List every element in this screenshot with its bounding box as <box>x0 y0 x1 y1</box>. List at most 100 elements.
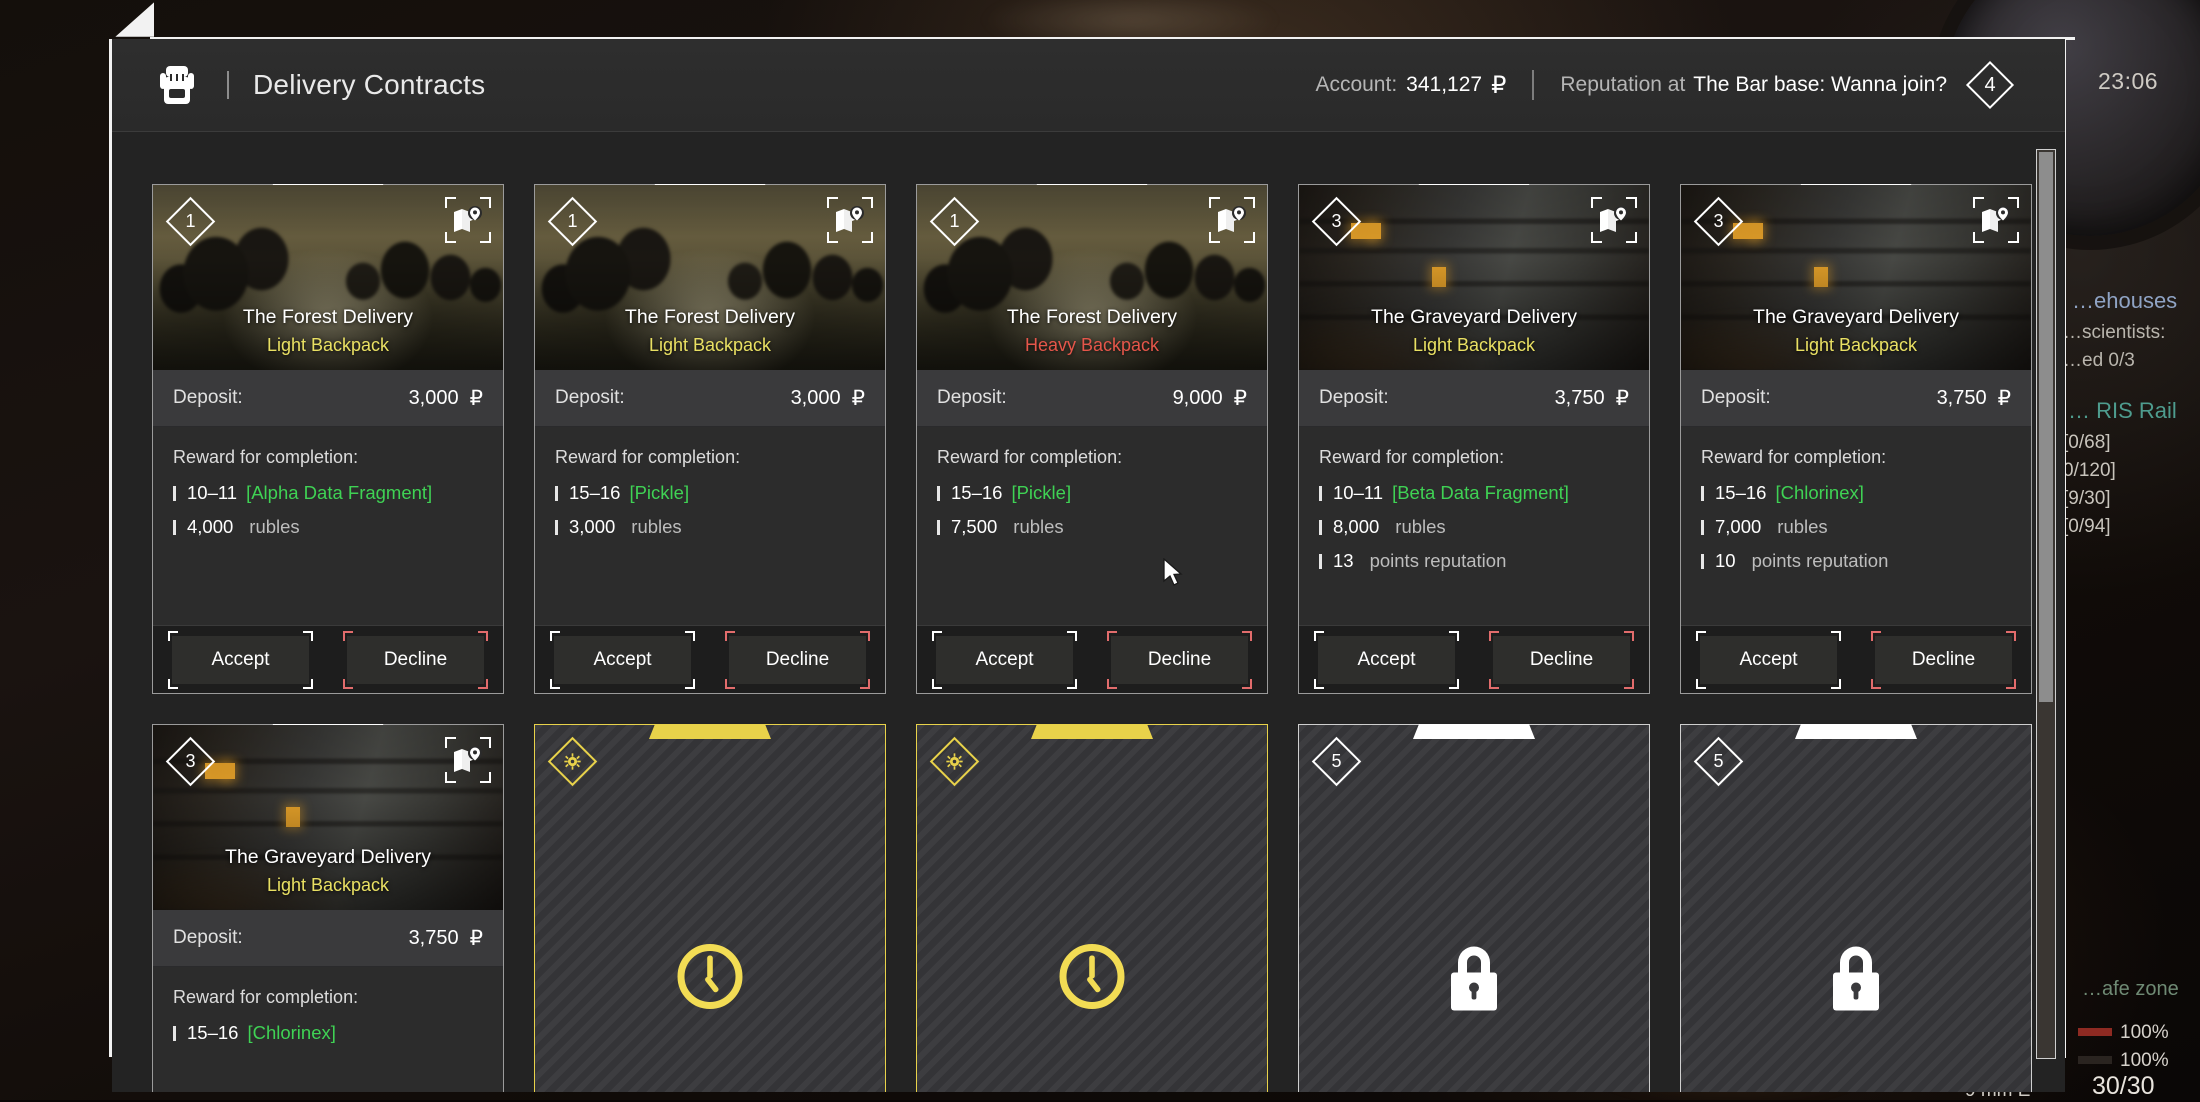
reward-quantity: 7,500 <box>951 516 997 538</box>
deposit-value: 3,750 <box>409 927 459 950</box>
card-title: The Forest Delivery <box>153 306 503 329</box>
reward-item-name: [Pickle] <box>1011 482 1071 504</box>
bracket-corner-icon <box>168 679 178 689</box>
reward-quantity: 15–16 <box>951 482 1002 504</box>
card-backpack-type: Light Backpack <box>535 335 885 356</box>
card-rank-value: 3 <box>1313 198 1360 245</box>
reward-bullet-icon <box>1701 554 1704 569</box>
deposit-label: Deposit: <box>173 927 243 949</box>
ruble-symbol-icon: ₽ <box>1491 71 1506 100</box>
card-title: The Graveyard Delivery <box>1681 306 2031 329</box>
bracket-corner-icon <box>725 679 735 689</box>
map-button[interactable] <box>1973 197 2019 243</box>
contract-card-timer[interactable] <box>916 724 1268 1092</box>
deposit-row: Deposit:3,750₽ <box>1681 370 2031 427</box>
deposit-value: 3,750 <box>1937 387 1987 410</box>
map-button[interactable] <box>1591 197 1637 243</box>
ruble-symbol-icon: ₽ <box>1998 386 2011 411</box>
contract-card[interactable]: 3The Graveyard DeliveryLight BackpackDep… <box>1680 184 2032 694</box>
account-label: Account: <box>1315 73 1397 97</box>
card-title: The Graveyard Delivery <box>153 846 503 869</box>
bracket-corner-icon <box>1449 679 1459 689</box>
bracket-corner-icon <box>1624 679 1634 689</box>
bracket-corner-icon <box>2006 679 2016 689</box>
card-rank-badge: 3 <box>167 738 214 785</box>
card-hero-image: 3The Graveyard DeliveryLight Backpack <box>1681 185 2031 370</box>
accept-button[interactable]: Accept <box>1318 636 1455 684</box>
reward-bullet-icon <box>1319 554 1322 569</box>
card-title-group: The Forest Delivery Light Backpack <box>535 306 885 356</box>
bracket-corner-icon <box>860 631 870 641</box>
rewards-section: Reward for completion:10–11[Alpha Data F… <box>153 427 503 601</box>
decline-button[interactable]: Decline <box>1493 636 1630 684</box>
accept-button[interactable]: Accept <box>554 636 691 684</box>
reward-line: 15–16[Chlorinex] <box>173 1022 483 1044</box>
bracket-corner-icon <box>168 631 178 641</box>
card-title-group: The Forest DeliveryHeavy Backpack <box>917 306 1267 356</box>
reward-bullet-icon <box>173 486 176 501</box>
bracket-corner-icon <box>1314 631 1324 641</box>
card-title: The Forest Delivery <box>535 306 885 329</box>
button-label: Decline <box>1530 649 1593 671</box>
scrollbar-thumb[interactable] <box>2039 152 2053 702</box>
contract-card-locked[interactable]: 5 <box>1298 724 1650 1092</box>
card-notch <box>1795 724 1917 739</box>
card-rank-badge: 1 <box>549 198 596 245</box>
card-title-group: The Graveyard DeliveryLight Backpack <box>153 846 503 896</box>
deposit-row: Deposit:3,750₽ <box>153 910 503 967</box>
reward-line: 10–11[Beta Data Fragment] <box>1319 482 1629 504</box>
deposit-label: Deposit: <box>173 387 243 409</box>
decline-button[interactable]: Decline <box>729 636 866 684</box>
reputation-level-value: 4 <box>1967 62 2013 108</box>
map-button[interactable] <box>827 197 873 243</box>
account-value: 341,127 <box>1406 73 1482 97</box>
reward-unit: rubles <box>631 516 681 538</box>
bracket-corner-icon <box>343 679 353 689</box>
page-title: Delivery Contracts <box>253 69 485 101</box>
contract-card[interactable]: 1The Forest DeliveryLight BackpackDeposi… <box>152 184 504 694</box>
panel-header: Delivery Contracts Account: 341,127 ₽ Re… <box>112 39 2065 132</box>
card-title: The Forest Delivery <box>917 306 1267 329</box>
reward-quantity: 15–16 <box>569 482 620 504</box>
contract-card-locked[interactable]: 5 <box>1680 724 2032 1092</box>
panel-scrollbar[interactable] <box>2036 149 2056 1059</box>
contract-card[interactable]: 1The Forest DeliveryLight BackpackDeposi… <box>534 184 886 694</box>
reward-quantity: 7,000 <box>1715 516 1761 538</box>
card-backpack-type: Light Backpack <box>153 335 503 356</box>
button-label: Accept <box>1739 649 1797 671</box>
delivery-contracts-panel: Delivery Contracts Account: 341,127 ₽ Re… <box>112 39 2065 1092</box>
map-button[interactable] <box>445 737 491 783</box>
map-button[interactable] <box>445 197 491 243</box>
contract-card[interactable]: 3 The Graveyard DeliveryLight Backpack Dep… <box>152 724 504 1092</box>
accept-button[interactable]: Accept <box>936 636 1073 684</box>
reward-quantity: 10–11 <box>1333 482 1383 504</box>
reward-quantity: 15–16 <box>187 1022 238 1044</box>
map-button[interactable] <box>1209 197 1255 243</box>
rewards-section: Reward for completion: 10–11[Beta Data Fr… <box>1299 427 1649 601</box>
accept-button[interactable]: Accept <box>172 636 309 684</box>
deposit-value: 3,000 <box>791 387 841 410</box>
bracket-corner-icon <box>2006 631 2016 641</box>
decline-button[interactable]: Decline <box>347 636 484 684</box>
card-action-bar: Accept Decline <box>535 625 885 693</box>
bracket-corner-icon <box>860 679 870 689</box>
reward-quantity: 13 <box>1333 550 1354 572</box>
deposit-value: 9,000 <box>1173 387 1223 410</box>
button-label: Decline <box>766 649 829 671</box>
reward-line: 3,000rubles <box>555 516 865 538</box>
decline-button[interactable]: Decline <box>1875 636 2012 684</box>
contract-card[interactable]: 3The Graveyard DeliveryLight BackpackDep… <box>1298 184 1650 694</box>
bracket-corner-icon <box>1107 631 1117 641</box>
reward-unit: points reputation <box>1370 550 1507 572</box>
accept-button[interactable]: Accept <box>1700 636 1837 684</box>
lock-icon <box>1440 939 1508 1020</box>
reward-unit: rubles <box>1395 516 1445 538</box>
card-hero-image: 1The Forest DeliveryHeavy Backpack <box>917 185 1267 370</box>
contract-card-timer[interactable] <box>534 724 886 1092</box>
rewards-header: Reward for completion: <box>1319 447 1629 468</box>
reward-unit: rubles <box>1013 516 1063 538</box>
ruble-symbol-icon: ₽ <box>852 386 865 411</box>
decline-button[interactable]: Decline <box>1111 636 1248 684</box>
deposit-row: Deposit:9,000₽ <box>917 370 1267 427</box>
contract-card[interactable]: 1The Forest DeliveryHeavy BackpackDeposi… <box>916 184 1268 694</box>
